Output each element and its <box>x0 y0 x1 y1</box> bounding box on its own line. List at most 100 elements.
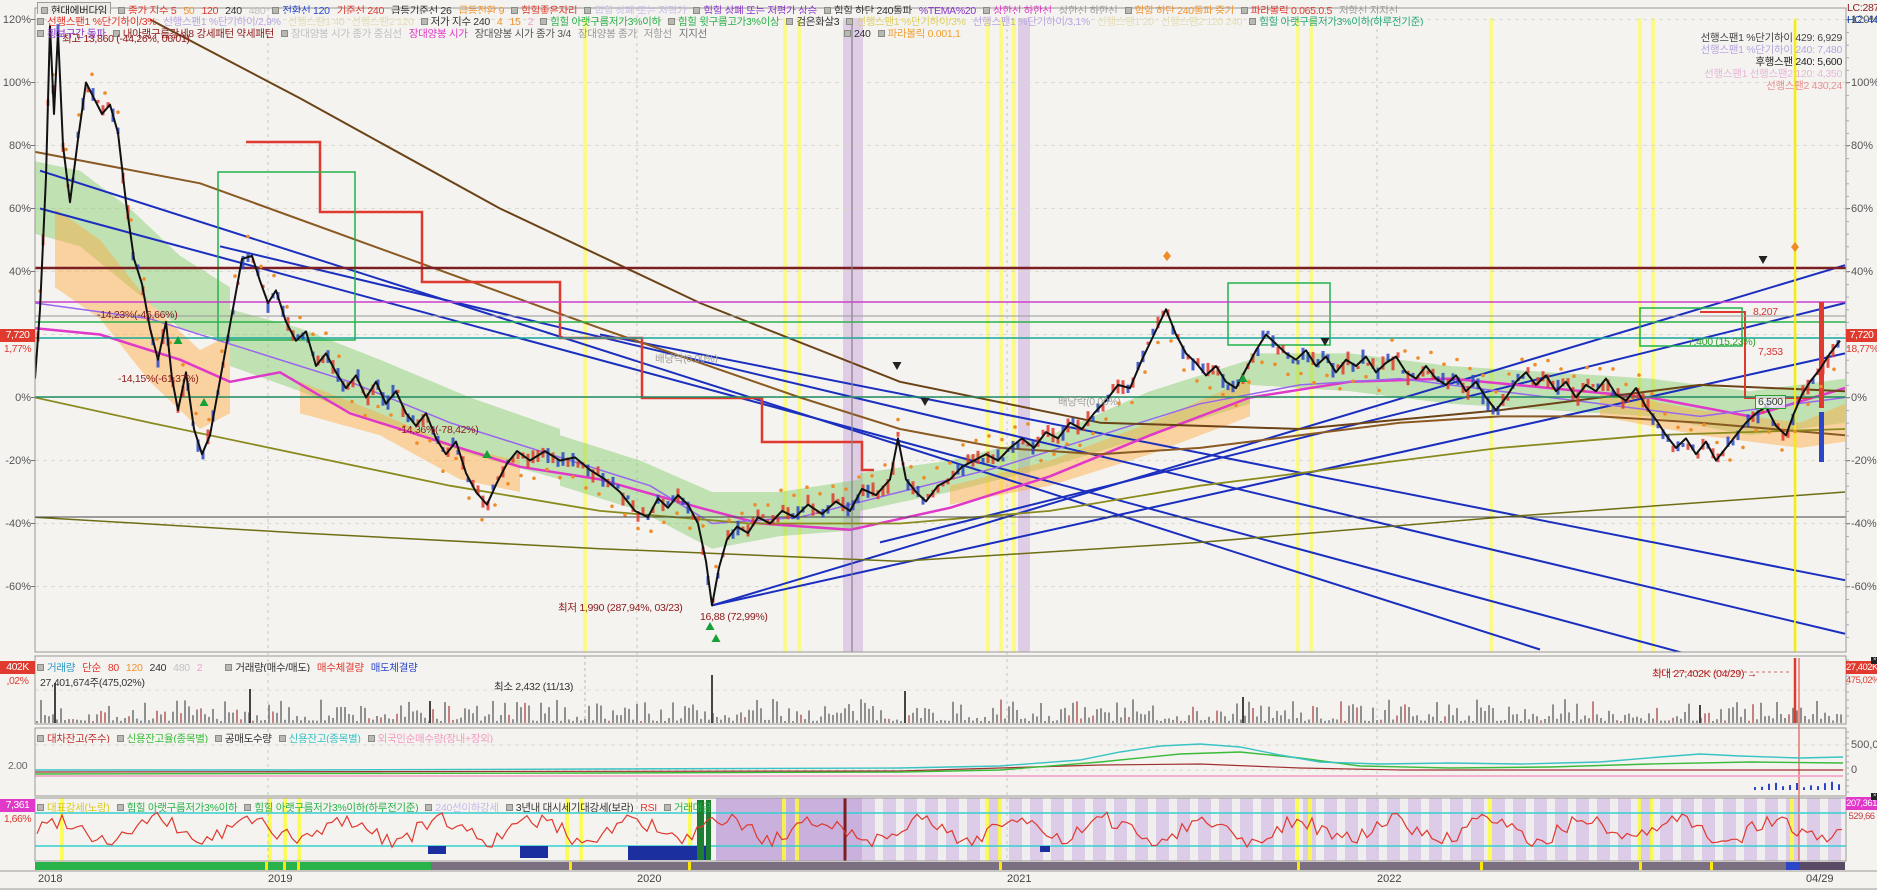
indicator-toolbar-row-3: 횡보구간 돌파 내아랫구름강세8 강세패턴 약세패턴 장대양봉 시가 종가 중심선 장… <box>37 26 1843 38</box>
text-overlay-layer: 현대에버다임 종가 지수 5 50 120 240 480 전환선 120 기준선 240 급등… <box>0 0 1877 890</box>
toolbar-item[interactable]: 검은화살3 <box>786 14 840 26</box>
toolbar-item[interactable]: 480 <box>173 662 190 672</box>
toolbar-item[interactable]: 힘힐 상폐 또는 저평가 상승 <box>693 3 817 14</box>
toolbar-item[interactable]: 저가 지수 240 <box>420 14 490 26</box>
y-axis-label-left: 60% <box>8 202 31 215</box>
toolbar-item[interactable]: 480 <box>249 5 266 14</box>
toolbar-item[interactable]: 선행스팬1 %단기하이/3% <box>846 14 966 26</box>
lc-value-label: LC:287,94 <box>1847 2 1877 14</box>
panel3-axis-label: 500,000 <box>1851 739 1877 751</box>
toolbar-item[interactable]: 장대양봉 시가 <box>409 26 468 38</box>
toolbar-item[interactable]: 50 <box>183 5 194 14</box>
toolbar-item[interactable]: 장대양봉 종가 <box>578 26 637 38</box>
legend-bullet-icon <box>244 804 252 812</box>
toolbar-item[interactable]: 4 <box>497 16 503 26</box>
toolbar-item[interactable]: 선행스팬1 %단기하이/3% <box>37 14 157 26</box>
toolbar-item[interactable]: 선행스팬1 %단기하이/3,1% <box>973 14 1091 26</box>
toolbar-item[interactable]: 80 <box>108 662 119 672</box>
toolbar-item[interactable]: 240 <box>843 28 871 38</box>
toolbar-item[interactable]: 파라볼릭 0.001,1 <box>877 26 961 38</box>
volume-value: 402K <box>6 661 29 673</box>
toolbar-item[interactable]: 2 <box>528 16 534 26</box>
toolbar-item[interactable]: 거래량(매수/매도) <box>225 660 310 672</box>
toolbar-item[interactable]: 전환선 120 <box>272 3 330 14</box>
toolbar-item[interactable]: 급등전환 9 <box>459 3 505 14</box>
legend-bullet-icon <box>272 7 280 14</box>
toolbar-item[interactable]: 현대에버다임 <box>37 2 112 14</box>
toolbar-item[interactable]: 240선이하강세 <box>425 800 499 812</box>
toolbar-item[interactable]: 장대양봉 시가 종가 3/4 <box>475 26 572 38</box>
legend-bullet-icon <box>786 18 794 26</box>
toolbar-item[interactable]: 힘힐 아랫구름저가3%이하(하루전기준) <box>1249 14 1423 26</box>
toolbar-item[interactable]: 매수체결량 <box>317 660 364 672</box>
toolbar-item[interactable]: 파라볼릭 0.065,0.5 <box>1240 3 1332 14</box>
volume-panel-header: 거래량 단순 80 120 240 480 2 거래량(매수/매도) 매수체결량 매도체결량 <box>37 660 1843 672</box>
toolbar-item[interactable]: 선행스팬1 %단기하이/2,9% <box>163 14 281 26</box>
toolbar-item[interactable]: 외국인순매수량(장내+장외) <box>367 731 493 743</box>
toolbar-item[interactable]: 선행스팬1 40 <box>288 14 345 26</box>
toolbar-item[interactable]: 신용잔고율(종목별) <box>116 731 208 743</box>
toolbar-item[interactable]: 거래량 <box>37 660 75 672</box>
toolbar-item[interactable]: 힘힐 윗구름고가3%이상 <box>667 14 780 26</box>
volume-summary: 27,401,674주(475,02%) <box>40 677 145 689</box>
chart-annotation: 7,400 (15,23%) <box>1688 336 1756 348</box>
toolbar-item[interactable]: %TEMA%20 <box>919 5 976 14</box>
toolbar-item[interactable]: 장대양봉 시가 종가 중심선 <box>280 26 402 38</box>
toolbar-item[interactable]: 240 <box>150 662 167 672</box>
legend-bullet-icon <box>982 7 990 14</box>
panel3-axis-label: 0 <box>1851 764 1858 776</box>
chart-annotation: 최고 13,860 (-44,26%, 06/01) <box>62 33 190 45</box>
toolbar-item[interactable]: 선행스팬2 120 240 <box>1161 14 1243 26</box>
toolbar-item[interactable]: 선행스팬1 20 <box>1097 14 1154 26</box>
toolbar-item[interactable]: 급등기준선 26 <box>391 3 452 14</box>
legend-bullet-icon <box>280 30 288 38</box>
toolbar-item[interactable]: 힘힐 아랫구름저가3%이하(하루전기준) <box>244 800 419 812</box>
toolbar-item[interactable]: 거래대금 <box>663 800 712 812</box>
toolbar-item[interactable]: 120 <box>201 5 218 14</box>
toolbar-item[interactable]: 대표강세(노랑) <box>37 800 110 812</box>
toolbar-item[interactable]: 힘힐 하단 240돌파 중기 <box>1124 3 1234 14</box>
toolbar-item[interactable]: 3년내 대시세기대강세(보라) <box>505 800 634 812</box>
toolbar-item[interactable]: 매도체결량 <box>371 660 418 672</box>
toolbar-item[interactable]: RSI <box>640 802 657 812</box>
toolbar-item[interactable]: 힘힐 상폐 또는 저평가 <box>584 3 687 14</box>
toolbar-item[interactable]: 공매도수량 <box>214 731 272 743</box>
toolbar-item[interactable]: 저항선 지지선 <box>1339 3 1398 14</box>
badge-close-icon[interactable]: × <box>1871 793 1877 800</box>
badge-close-icon[interactable]: × <box>1871 657 1877 664</box>
toolbar-item[interactable]: 단순 <box>82 660 101 672</box>
toolbar-item[interactable]: 선행스팬2 120 <box>351 14 414 26</box>
indicator-toolbar-row-2: 선행스팬1 %단기하이/3% 선행스팬1 %단기하이/2,9% 선행스팬1 40 선행… <box>37 14 1843 26</box>
panel4-change-left: 1,66% <box>3 813 32 825</box>
toolbar-item[interactable]: 힘힐 아랫구름저가3%이하 <box>540 14 661 26</box>
y-axis-label-right: 80% <box>1851 139 1874 152</box>
toolbar-item[interactable]: 힘힐 하단 240돌파 <box>823 3 912 14</box>
stock-chart-window: 현대에버다임 종가 지수 5 50 120 240 480 전환선 120 기준선 240 급등… <box>0 0 1877 890</box>
toolbar-item[interactable]: 지지선 <box>679 26 707 38</box>
chart-annotation: 최대 27,402K (04/29) → <box>1652 668 1757 680</box>
legend-bullet-icon <box>37 735 44 743</box>
chart-annotation: 7,353 <box>1758 346 1783 358</box>
toolbar-item[interactable]: 120 <box>126 662 143 672</box>
toolbar-item[interactable]: 240 <box>225 5 242 14</box>
y-axis-label-right: -20% <box>1851 454 1877 467</box>
toolbar-item[interactable]: 상한선 하한선 <box>982 3 1052 14</box>
toolbar-item[interactable]: 힘힐좋은자리 <box>511 3 578 14</box>
toolbar-item[interactable]: 힘힐 아랫구름저가3%이하 <box>116 800 238 812</box>
toolbar-item[interactable]: 기준선 240 <box>337 3 385 14</box>
toolbar-item[interactable]: 15 <box>509 16 520 26</box>
chart-annotation: 최소 2,432 (11/13) <box>494 681 574 693</box>
toolbar-item[interactable]: 종가 지수 5 <box>118 3 177 14</box>
y-axis-label-right: 60% <box>1851 202 1874 215</box>
toolbar-item[interactable]: 2 <box>197 662 203 672</box>
chart-annotation: 최저 1,990 (287,94%, 03/23) <box>558 602 683 614</box>
toolbar-item[interactable]: 상한선 하한선 <box>1059 3 1118 14</box>
y-axis-label-right: 100% <box>1851 76 1877 89</box>
legend-bullet-icon <box>693 7 701 14</box>
toolbar-item[interactable]: 대차잔고(주수) <box>37 731 110 743</box>
toolbar-item[interactable]: 신용잔고(종목별) <box>278 731 361 743</box>
y-axis-label-left: -40% <box>5 517 31 530</box>
toolbar-item[interactable]: 저항선 <box>644 26 672 38</box>
chart-annotation: 6,500 <box>1755 395 1786 409</box>
legend-bullet-icon <box>420 18 428 26</box>
